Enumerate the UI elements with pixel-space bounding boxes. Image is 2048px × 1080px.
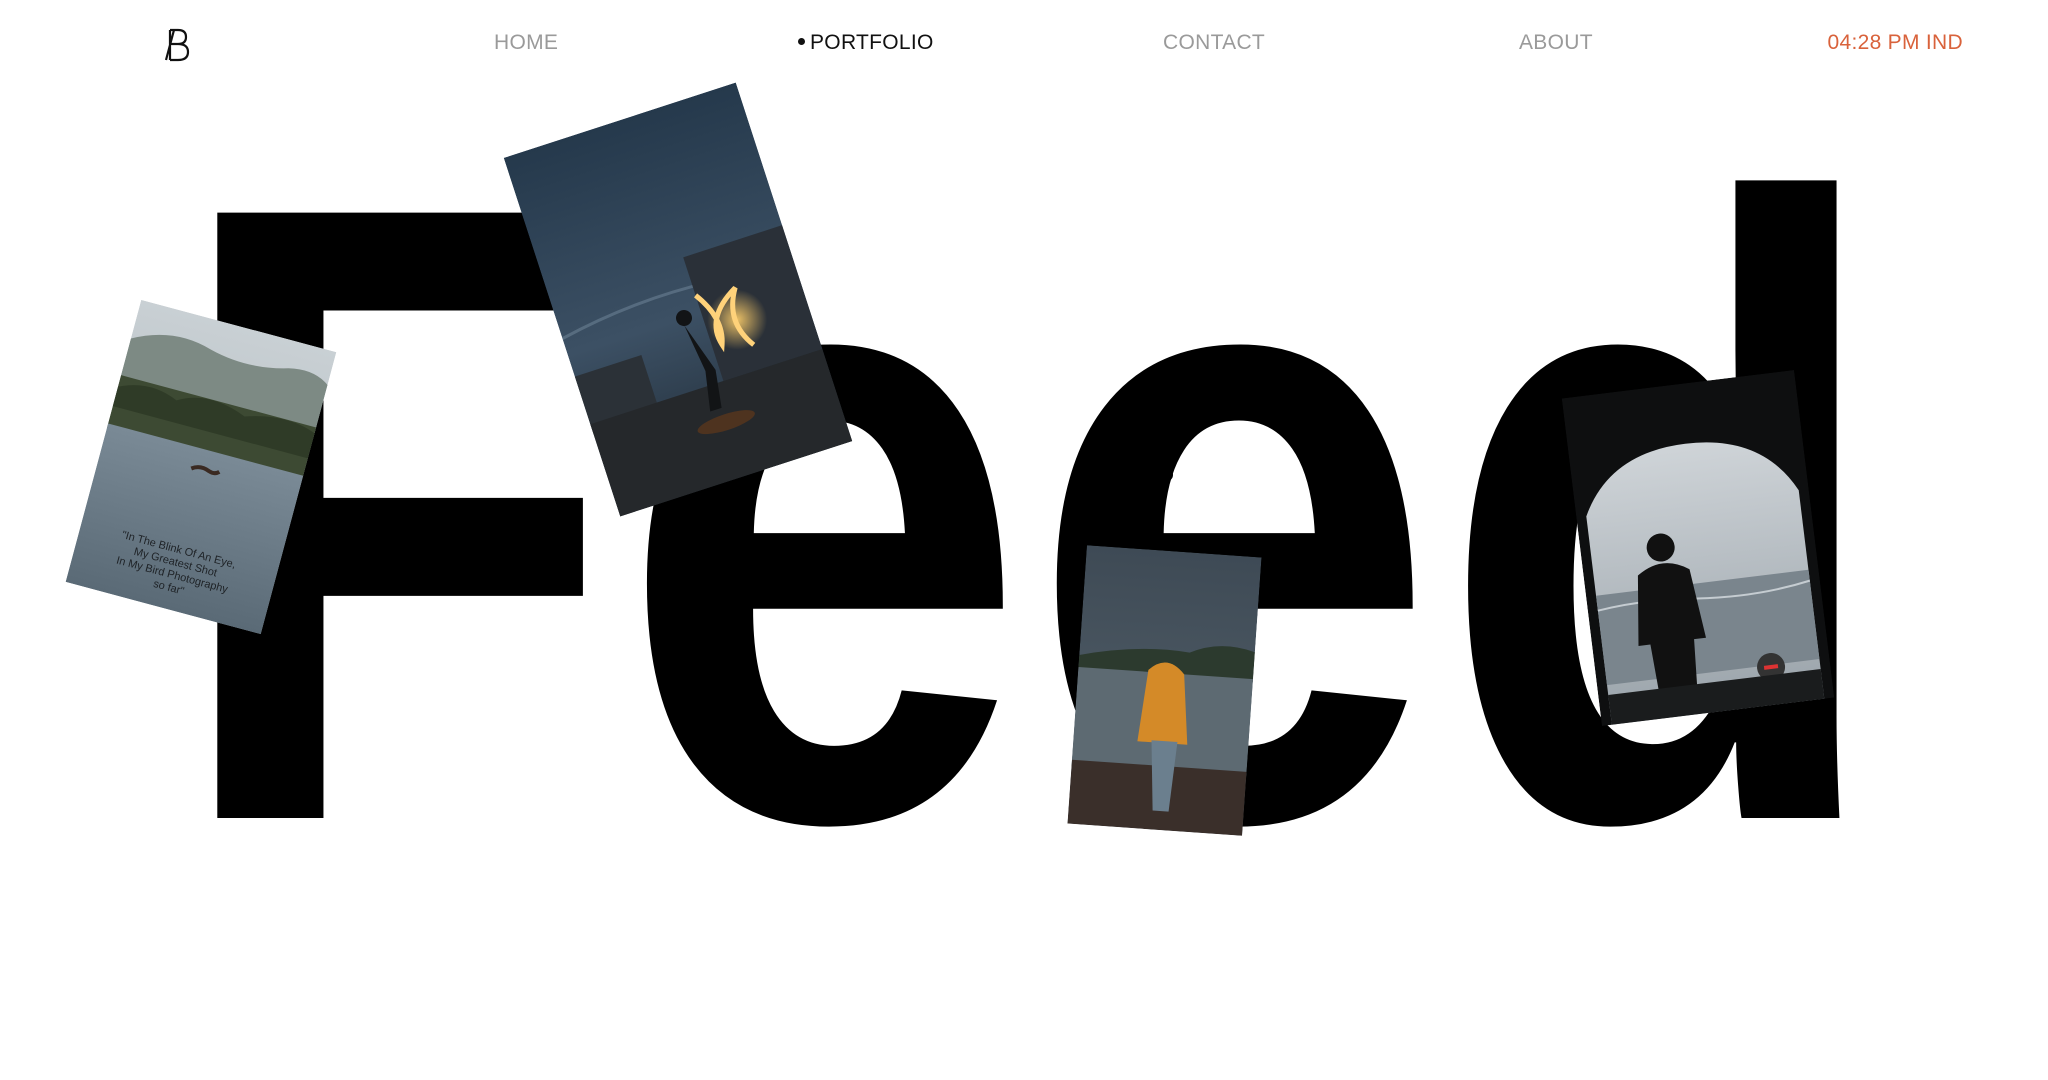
orange-hoodie-photo — [1067, 545, 1262, 836]
cursor-dot — [1161, 469, 1173, 481]
photo-card-orange-hoodie[interactable] — [1067, 545, 1262, 836]
page: HOME PORTFOLIO CONTACT ABOUT 04:28 PM IN… — [0, 0, 2048, 1080]
photo-card-silhouette-arch[interactable] — [1561, 369, 1835, 727]
silhouette-arch-photo — [1561, 369, 1835, 727]
